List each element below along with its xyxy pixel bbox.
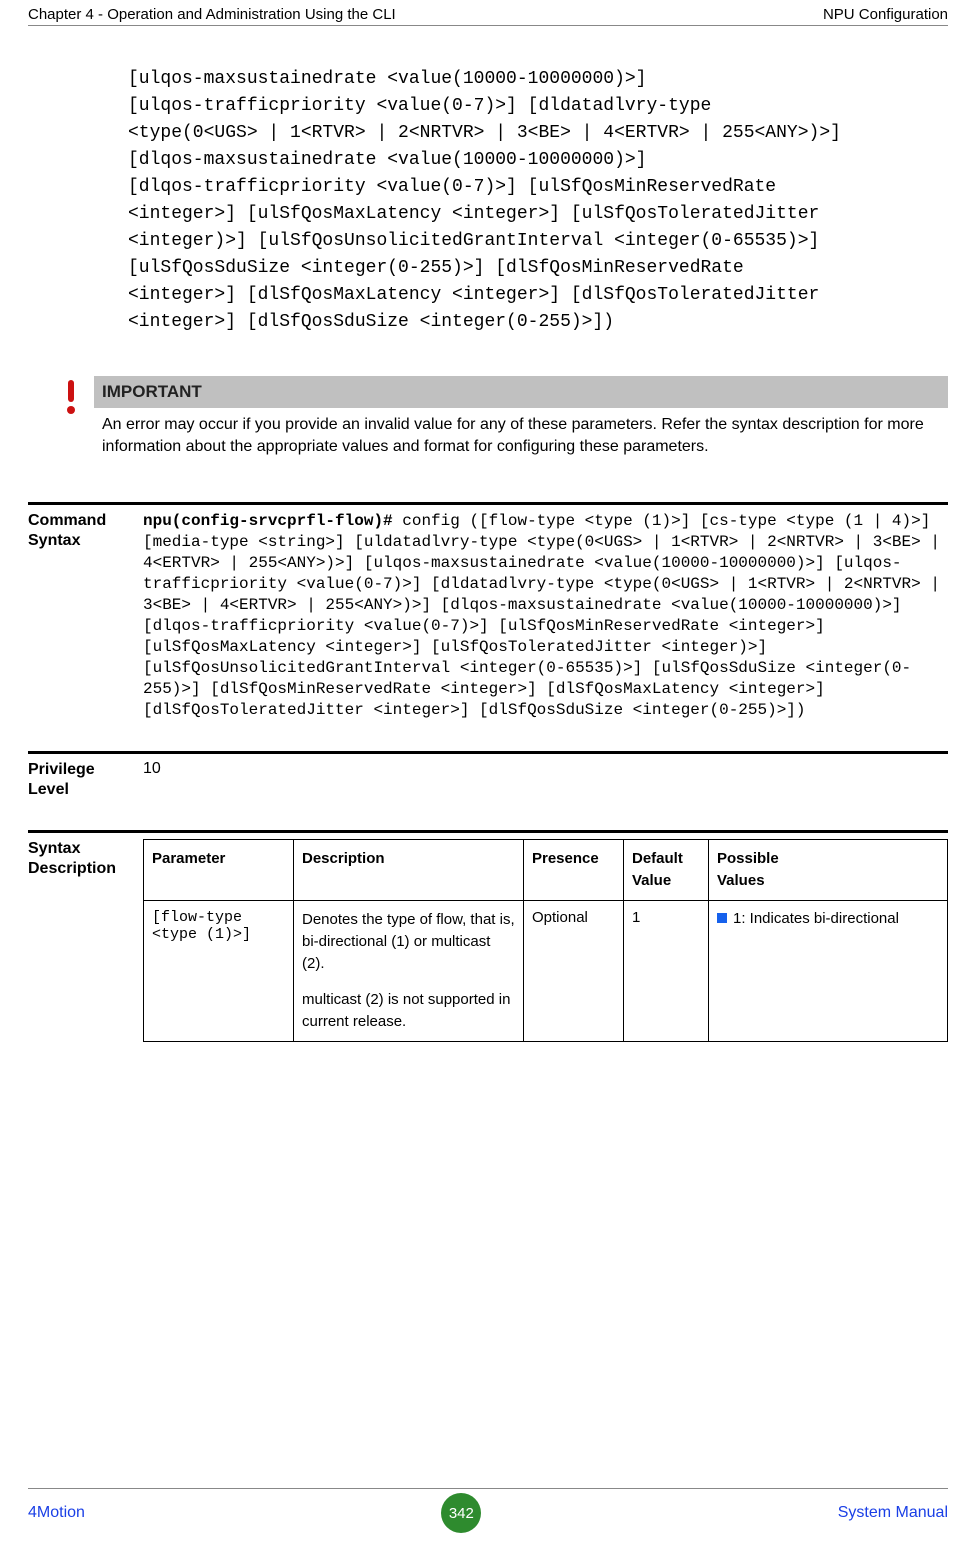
bullet-square-icon bbox=[717, 913, 727, 923]
command-prompt: npu(config-srvcprfl-flow)# bbox=[143, 512, 393, 530]
table-row: [flow-type <type (1)>] Denotes the type … bbox=[144, 901, 948, 1042]
command-syntax-content: npu(config-srvcprfl-flow)# config ([flow… bbox=[143, 511, 948, 721]
important-callout: IMPORTANT An error may occur if you prov… bbox=[48, 376, 948, 464]
privilege-value: 10 bbox=[143, 760, 948, 800]
command-body: config ([flow-type <type (1)>] [cs-type … bbox=[143, 512, 950, 719]
command-syntax-section: Command Syntax npu(config-srvcprfl-flow)… bbox=[28, 502, 948, 721]
cell-description: Denotes the type of flow, that is, bi-di… bbox=[294, 901, 524, 1042]
page-footer: 4Motion 342 System Manual bbox=[28, 1488, 948, 1533]
privilege-label-1: Privilege bbox=[28, 760, 139, 780]
important-body: An error may occur if you provide an inv… bbox=[94, 408, 948, 464]
table-header-row: Parameter Description Presence Default V… bbox=[144, 840, 948, 901]
possible-value-text: 1: Indicates bi-directional bbox=[733, 909, 899, 929]
th-parameter: Parameter bbox=[144, 840, 294, 901]
syntax-description-section: Syntax Description Parameter Description… bbox=[28, 830, 948, 1042]
footer-page-number: 342 bbox=[441, 1493, 481, 1533]
parameter-table: Parameter Description Presence Default V… bbox=[143, 839, 948, 1042]
important-title: IMPORTANT bbox=[94, 376, 948, 408]
privilege-section: Privilege Level 10 bbox=[28, 751, 948, 800]
th-possible: Possible Values bbox=[709, 840, 948, 901]
cell-parameter: [flow-type <type (1)>] bbox=[144, 901, 294, 1042]
cell-presence: Optional bbox=[524, 901, 624, 1042]
cell-default: 1 bbox=[624, 901, 709, 1042]
th-description: Description bbox=[294, 840, 524, 901]
th-default: Default Value bbox=[624, 840, 709, 901]
code-block: [ulqos-maxsustainedrate <value(10000-100… bbox=[128, 66, 948, 336]
important-icon bbox=[62, 380, 80, 414]
footer-left: 4Motion bbox=[28, 1504, 85, 1522]
syntax-desc-label-2: Description bbox=[28, 859, 139, 879]
page-header: Chapter 4 - Operation and Administration… bbox=[28, 0, 948, 26]
header-chapter: Chapter 4 - Operation and Administration… bbox=[28, 6, 396, 23]
command-syntax-label-2: Syntax bbox=[28, 531, 139, 551]
command-syntax-label-1: Command bbox=[28, 511, 139, 531]
cell-possible: 1: Indicates bi-directional bbox=[709, 901, 948, 1042]
syntax-desc-label-1: Syntax bbox=[28, 839, 139, 859]
footer-right: System Manual bbox=[838, 1504, 948, 1522]
th-presence: Presence bbox=[524, 840, 624, 901]
privilege-label-2: Level bbox=[28, 780, 139, 800]
header-section: NPU Configuration bbox=[823, 6, 948, 23]
